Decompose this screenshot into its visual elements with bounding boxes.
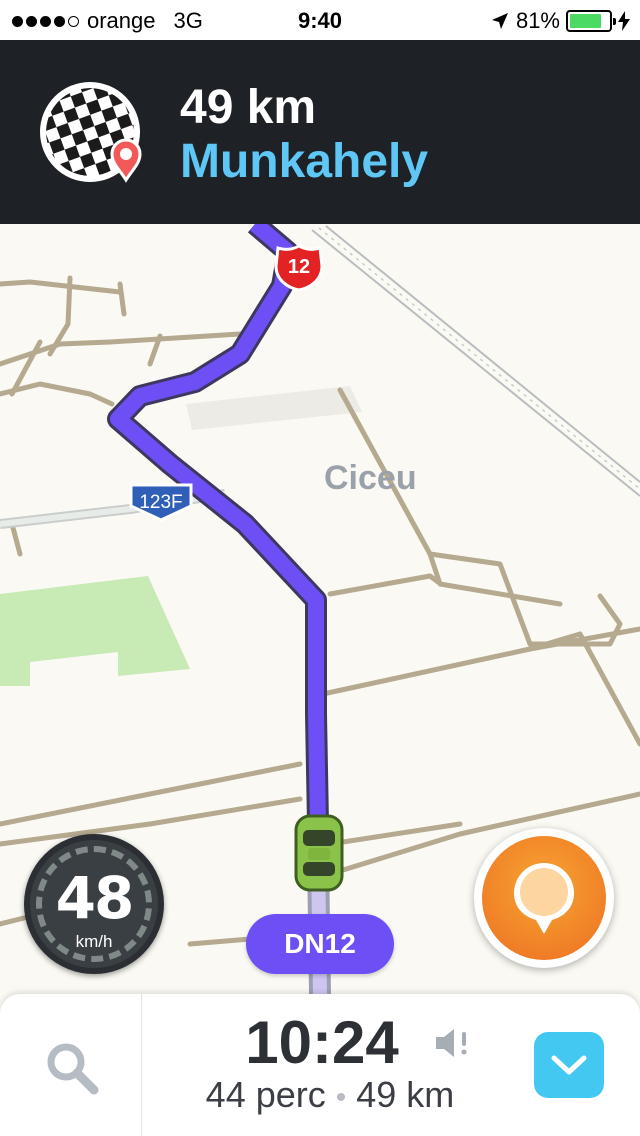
separator: •: [335, 1081, 347, 1114]
status-bar: orange 3G 9:40 81%: [0, 0, 640, 40]
navigation-header[interactable]: 49 km Munkahely: [0, 40, 640, 224]
speedometer[interactable]: 48 km/h: [24, 834, 164, 974]
charging-bolt-icon: [618, 11, 630, 31]
sound-alert-icon[interactable]: [434, 1026, 474, 1060]
report-button[interactable]: [474, 828, 614, 968]
route-line: [110, 224, 326, 825]
current-street-label: DN12: [246, 914, 394, 974]
route-shield-label: 12: [287, 256, 311, 278]
route-shield-label: 123F: [139, 492, 183, 513]
city-label: Ciceu: [324, 459, 417, 497]
chevron-down-icon: [551, 1055, 587, 1075]
location-arrow-icon: [491, 13, 508, 29]
search-button[interactable]: [0, 994, 142, 1136]
expand-menu-button[interactable]: [534, 1032, 604, 1098]
trip-duration: 44 perc: [205, 1074, 326, 1115]
speed-value: 48: [55, 864, 135, 932]
report-pin-icon: [514, 863, 574, 934]
remaining-distance: 49 km: [356, 1074, 455, 1115]
battery-icon: [566, 10, 616, 32]
battery-percent: 81%: [515, 8, 560, 33]
eta-summary: 44 perc • 49 km: [142, 1074, 518, 1116]
destination-name: Munkahely: [180, 135, 429, 188]
distance-to-destination: 49 km: [180, 81, 317, 134]
checkered-flag-icon: [40, 82, 142, 183]
route-123f-shield-icon: 123F: [128, 482, 194, 522]
route-12-shield-icon: 12: [274, 244, 324, 292]
car-position-icon: [294, 814, 344, 892]
speed-unit: km/h: [75, 932, 113, 951]
search-icon: [47, 1043, 99, 1095]
